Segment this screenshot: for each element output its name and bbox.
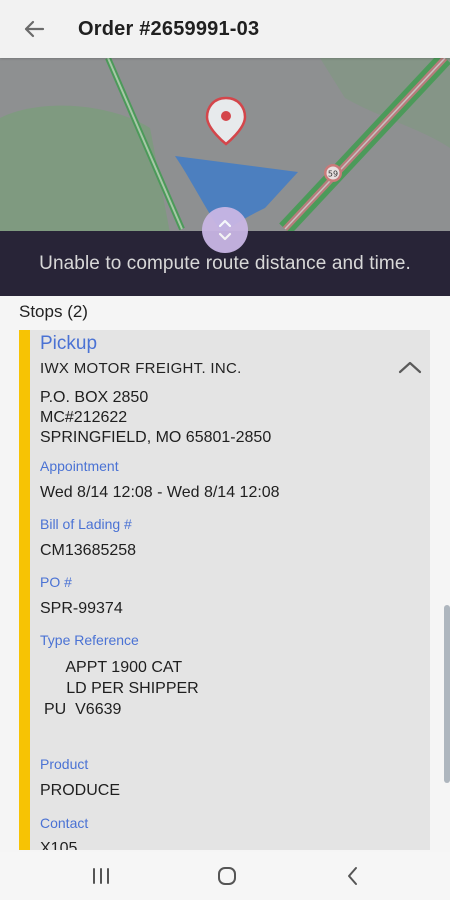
address-line-3: SPRINGFIELD, MO 65801-2850 (40, 429, 272, 446)
address-line-2: MC#212622 (40, 409, 128, 426)
stops-heading: Stops (2) (19, 302, 88, 321)
contact-value: X105 (40, 840, 78, 850)
po-value: SPR-99374 (40, 600, 123, 617)
company-name: IWX MOTOR FREIGHT. INC. (40, 360, 242, 377)
stop-card[interactable]: Pickup IWX MOTOR FREIGHT. INC. P.O. BOX … (19, 330, 430, 850)
expand-map-handle[interactable] (202, 207, 248, 253)
appointment-label: Appointment (40, 458, 119, 474)
type-reference-line: PU V6639 (44, 701, 122, 718)
back-arrow-icon[interactable] (16, 11, 52, 47)
system-nav-bar (0, 852, 450, 900)
appointment-value: Wed 8/14 12:08 - Wed 8/14 12:08 (40, 484, 280, 501)
recent-apps-icon[interactable] (88, 864, 114, 888)
back-icon[interactable] (340, 864, 366, 888)
app-bar: Order #2659991-03 (0, 0, 450, 58)
scrollbar[interactable] (444, 605, 450, 783)
address-line-1: P.O. BOX 2850 (40, 389, 149, 406)
home-icon[interactable] (214, 864, 240, 888)
bol-label: Bill of Lading # (40, 516, 132, 532)
product-label: Product (40, 756, 89, 772)
stop-type: Pickup (40, 333, 98, 354)
type-reference-line: LD PER SHIPPER (44, 680, 199, 697)
bol-value: CM13685258 (40, 542, 137, 559)
product-value: PRODUCE (40, 782, 121, 799)
po-label: PO # (40, 574, 72, 590)
contact-label: Contact (40, 815, 89, 831)
type-reference-line: APPT 1900 CAT (44, 659, 183, 676)
page-title: Order #2659991-03 (78, 17, 260, 40)
route-badge: 59 (328, 170, 338, 179)
chevron-up-icon[interactable] (397, 358, 425, 380)
type-reference-label: Type Reference (40, 632, 139, 648)
expand-vertical-icon (218, 219, 232, 241)
